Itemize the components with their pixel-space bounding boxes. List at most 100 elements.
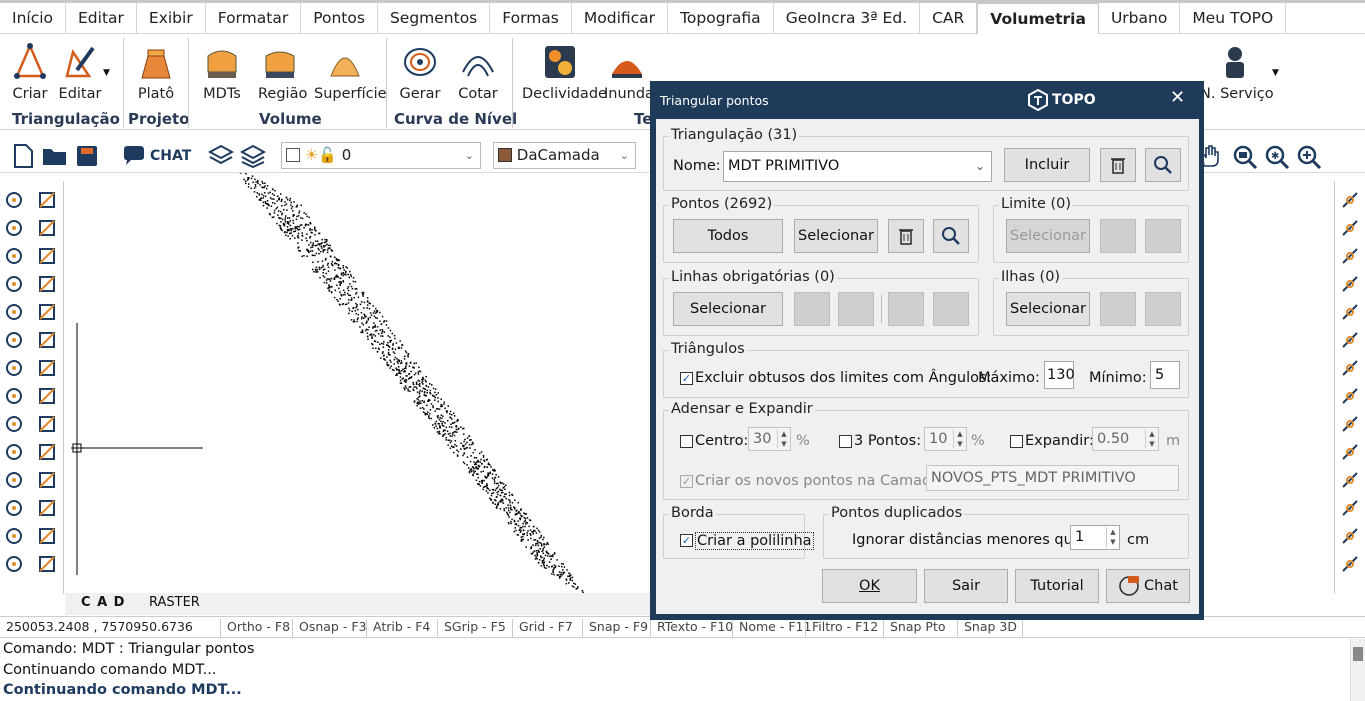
brush-tool-icon[interactable] bbox=[34, 187, 60, 213]
status-snap-pto[interactable]: Snap Pto bbox=[883, 619, 952, 637]
layer-combo[interactable]: ☀🔓 0 ⌄ bbox=[281, 142, 481, 169]
linhas-selecionar-button[interactable]: Selecionar bbox=[673, 292, 783, 326]
cloud-tool-icon[interactable] bbox=[34, 271, 60, 297]
erase-tool-icon[interactable] bbox=[34, 383, 60, 409]
osnap-8-icon[interactable] bbox=[1337, 411, 1363, 437]
linhas-action-2[interactable] bbox=[838, 292, 874, 326]
tab-cad[interactable]: C A D bbox=[81, 595, 125, 610]
linhas-action-4[interactable] bbox=[933, 292, 969, 326]
layers-icon[interactable] bbox=[208, 143, 234, 169]
tab-raster[interactable]: RASTER bbox=[149, 595, 200, 610]
rotate-tool-icon[interactable] bbox=[34, 355, 60, 381]
status-osnap[interactable]: Osnap - F3 bbox=[292, 619, 372, 637]
ellipse-tool-icon[interactable] bbox=[1, 355, 27, 381]
status-filtro[interactable]: Filtro - F12 bbox=[805, 619, 884, 637]
block-tool-icon[interactable] bbox=[1, 523, 27, 549]
grid-tool-icon[interactable] bbox=[34, 299, 60, 325]
maximo-input[interactable]: 130 bbox=[1044, 361, 1075, 389]
menu-exibir[interactable]: Exibir bbox=[137, 3, 206, 34]
menu-geoincra[interactable]: GeoIncra 3ª Ed. bbox=[774, 3, 921, 34]
stretch-tool-icon[interactable] bbox=[34, 439, 60, 465]
menu-pontos[interactable]: Pontos bbox=[301, 3, 378, 34]
command-window[interactable]: Comando: MDT : Triangular pontos Continu… bbox=[0, 639, 1350, 701]
trash-icon[interactable] bbox=[1100, 148, 1136, 182]
chevron-down-icon[interactable]: ▼ bbox=[1272, 68, 1279, 78]
status-snap-3d[interactable]: Snap 3D bbox=[957, 619, 1023, 637]
osnap-10-icon[interactable] bbox=[1337, 467, 1363, 493]
table-tool-icon[interactable] bbox=[34, 523, 60, 549]
osnap-1-icon[interactable] bbox=[1337, 215, 1363, 241]
distancia-input[interactable]: 1 ▲ ▼ bbox=[1070, 525, 1120, 550]
mirror-tool-icon[interactable] bbox=[34, 243, 60, 269]
tag-tool-icon[interactable] bbox=[1, 439, 27, 465]
menu-car[interactable]: CAR bbox=[920, 3, 978, 34]
chat-dialog-button[interactable]: Chat bbox=[1106, 569, 1190, 603]
menu-volumetria[interactable]: Volumetria bbox=[977, 3, 1099, 35]
search-icon[interactable] bbox=[933, 219, 969, 253]
rectangle-tool-icon[interactable] bbox=[1, 383, 27, 409]
osnap-0-icon[interactable] bbox=[1337, 187, 1363, 213]
ok-button[interactable]: OK bbox=[822, 569, 917, 603]
3-pontos-input[interactable]: 10 ▲ ▼ bbox=[924, 427, 967, 451]
pontos-selecionar-button[interactable]: Selecionar bbox=[794, 219, 878, 253]
status-atrib[interactable]: Atrib - F4 bbox=[366, 619, 436, 637]
color-combo[interactable]: DaCamada ⌄ bbox=[493, 142, 636, 169]
circle-tool-icon[interactable] bbox=[1, 327, 27, 353]
excluir-checkbox[interactable]: ✓ bbox=[680, 372, 693, 385]
ribbon-editar-button[interactable]: Editar bbox=[58, 40, 102, 102]
ribbon-gerar-button[interactable]: Gerar bbox=[398, 40, 442, 102]
ribbon-inunda-button[interactable]: Inunda bbox=[604, 40, 650, 102]
menu-modificar[interactable]: Modificar bbox=[572, 3, 669, 34]
ribbon-superficie-button[interactable]: Superfície bbox=[314, 40, 387, 102]
ribbon-plato-button[interactable]: Platô bbox=[134, 40, 178, 102]
ribbon-regiao-button[interactable]: Região bbox=[258, 40, 307, 102]
spinner-icon[interactable]: ▲ ▼ bbox=[1106, 527, 1119, 547]
zoom-in-icon[interactable] bbox=[1296, 144, 1322, 174]
status-sgrip[interactable]: SGrip - F5 bbox=[437, 619, 512, 637]
point-tool-icon[interactable] bbox=[1, 271, 27, 297]
osnap-4-icon[interactable] bbox=[1337, 299, 1363, 325]
command-scrollbar[interactable] bbox=[1350, 639, 1365, 701]
limite-selecionar-button[interactable]: Selecionar bbox=[1006, 219, 1090, 253]
spinner-icon[interactable]: ▲ ▼ bbox=[777, 429, 790, 449]
move-tool-icon[interactable] bbox=[34, 327, 60, 353]
trim-tool-icon[interactable] bbox=[34, 411, 60, 437]
criar-pontos-checkbox[interactable]: ✓ bbox=[680, 475, 693, 488]
chevron-down-icon[interactable]: ▼ bbox=[103, 68, 110, 78]
status-grid[interactable]: Grid - F7 bbox=[512, 619, 579, 637]
ilhas-selecionar-button[interactable]: Selecionar bbox=[1006, 292, 1090, 326]
centro-input[interactable]: 30 ▲ ▼ bbox=[748, 427, 791, 451]
osnap-7-icon[interactable] bbox=[1337, 383, 1363, 409]
menu-urbano[interactable]: Urbano bbox=[1099, 3, 1181, 34]
osnap-9-icon[interactable] bbox=[1337, 439, 1363, 465]
close-icon[interactable]: ✕ bbox=[1170, 87, 1185, 108]
offset-tool-icon[interactable] bbox=[1, 495, 27, 521]
ribbon-cotar-button[interactable]: Cotar bbox=[456, 40, 500, 102]
ribbon-criar-button[interactable]: Criar bbox=[10, 40, 50, 102]
osnap-3-icon[interactable] bbox=[1337, 271, 1363, 297]
menu-inicio[interactable]: Início bbox=[0, 3, 67, 34]
copy-tool-icon[interactable] bbox=[1, 467, 27, 493]
3-pontos-checkbox[interactable] bbox=[839, 435, 852, 448]
hatch-tool-icon[interactable] bbox=[1, 551, 27, 577]
expandir-checkbox[interactable] bbox=[1010, 435, 1023, 448]
linhas-action-1[interactable] bbox=[794, 292, 830, 326]
status-snap[interactable]: Snap - F9 bbox=[582, 619, 654, 637]
nome-select[interactable]: MDT PRIMITIVO ⌄ bbox=[723, 151, 992, 182]
trash-icon[interactable] bbox=[888, 219, 924, 253]
spinner-icon[interactable]: ▲ ▼ bbox=[1145, 429, 1158, 449]
extend-line-tool-icon[interactable] bbox=[34, 551, 60, 577]
arc-tool-icon[interactable] bbox=[1, 243, 27, 269]
search-icon[interactable] bbox=[1145, 148, 1181, 182]
minimo-input[interactable]: 5 bbox=[1150, 361, 1180, 389]
osnap-11-icon[interactable] bbox=[1337, 495, 1363, 521]
save-icon[interactable] bbox=[76, 143, 98, 169]
status-rtexto[interactable]: RTexto - F10 bbox=[650, 619, 739, 637]
text-tool-icon[interactable] bbox=[1, 411, 27, 437]
menu-formatar[interactable]: Formatar bbox=[206, 3, 302, 34]
zoom-window-icon[interactable] bbox=[1232, 144, 1258, 174]
layers-manager-icon[interactable] bbox=[240, 143, 266, 169]
extend-tool-icon[interactable] bbox=[34, 467, 60, 493]
limite-action-2[interactable] bbox=[1145, 219, 1181, 253]
camada-input[interactable]: NOVOS_PTS_MDT PRIMITIVO bbox=[926, 465, 1179, 491]
